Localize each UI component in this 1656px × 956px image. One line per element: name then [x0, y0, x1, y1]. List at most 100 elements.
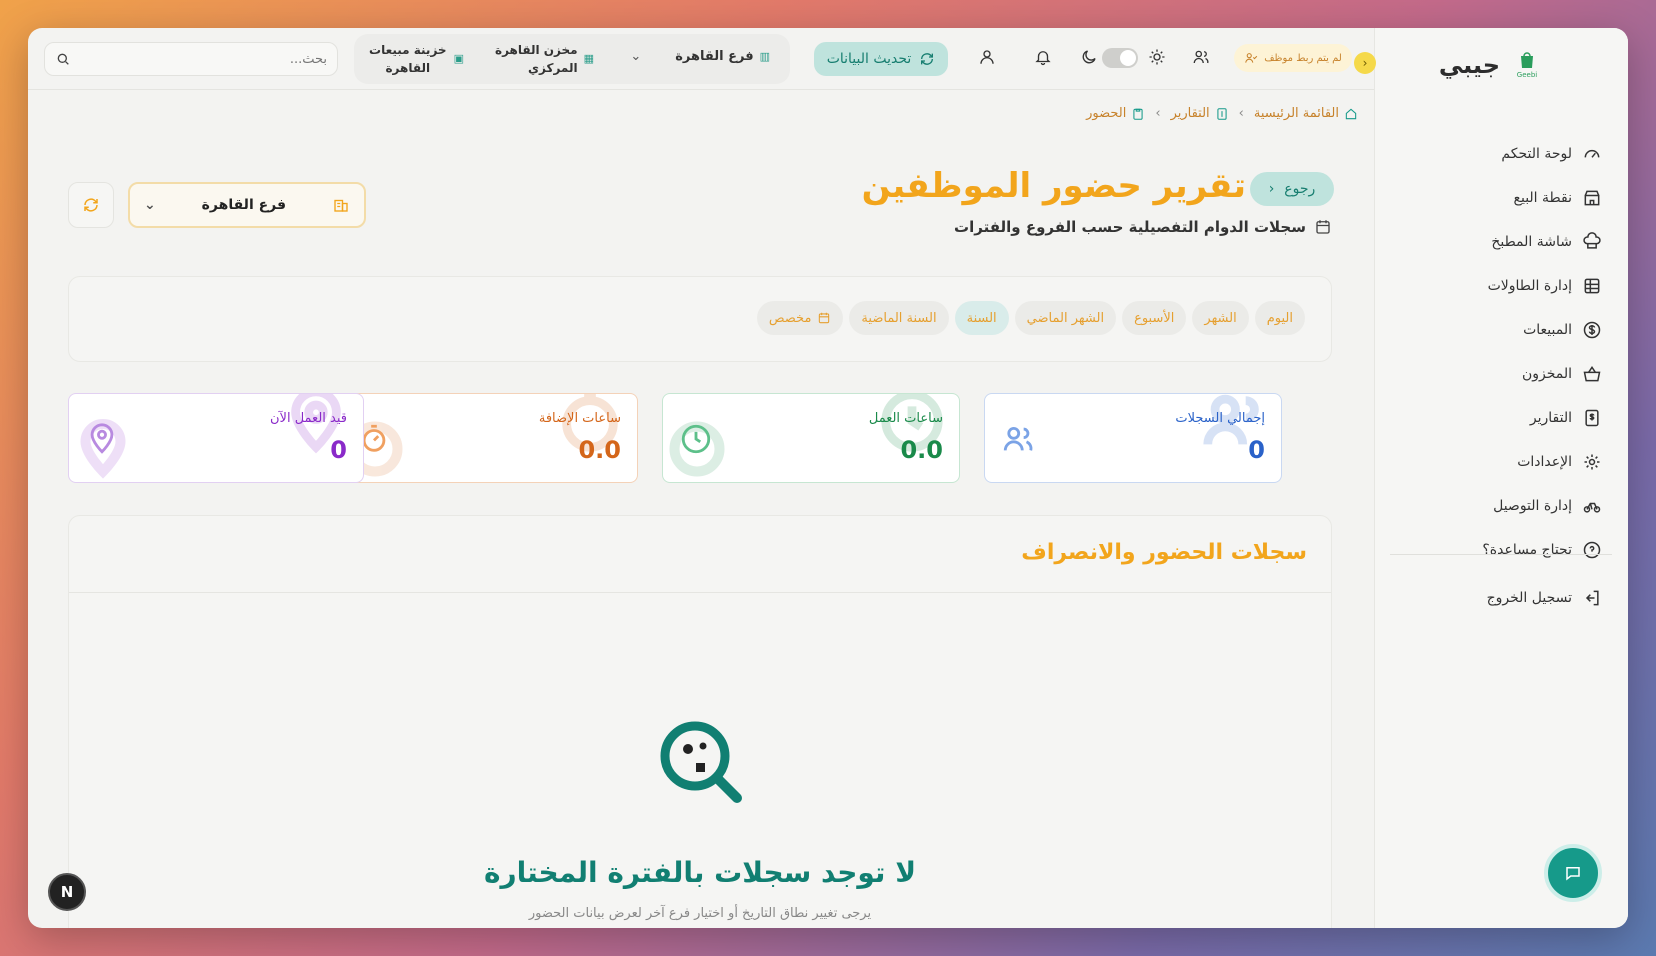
refresh-label: تحديث البيانات [826, 51, 912, 67]
sidebar-item-label: التقارير [1529, 410, 1572, 426]
users-icon [1003, 426, 1033, 451]
basket-icon [1583, 365, 1601, 382]
stat-value: 0 [330, 436, 347, 464]
chat-icon [1566, 867, 1580, 881]
subtitle-text: سجلات الدوام التفصيلية حسب الفروع والفتر… [954, 218, 1306, 236]
breadcrumb-reports-label: التقارير [1170, 106, 1210, 121]
breadcrumb-current-label: الحضور [1086, 106, 1127, 121]
warehouse-selector[interactable]: ▦ مخزن القاهرة المركزي [484, 41, 594, 77]
search-box [44, 42, 338, 76]
bell-icon[interactable] [1032, 48, 1052, 68]
clock-icon [681, 424, 711, 454]
sidebar-item-pos[interactable]: نقطة البيع [1392, 176, 1602, 220]
breadcrumb-separator-icon: › [1155, 106, 1161, 121]
search-empty-icon [660, 721, 742, 803]
chip-year[interactable]: السنة [954, 301, 1009, 335]
back-label: رجوع [1284, 181, 1316, 197]
search-input[interactable] [79, 51, 327, 67]
refresh-icon [84, 198, 98, 212]
sidebar-item-label: إدارة التوصيل [1493, 498, 1572, 514]
page-subtitle: سجلات الدوام التفصيلية حسب الفروع والفتر… [954, 218, 1332, 236]
moon-icon[interactable] [1078, 48, 1098, 68]
chip-custom[interactable]: مخصص [756, 301, 844, 335]
sidebar-item-label: إدارة الطاولات [1487, 278, 1572, 294]
dev-tools-badge[interactable]: N [48, 873, 86, 911]
chip-last-year[interactable]: السنة الماضية [849, 301, 949, 335]
calendar-icon [1316, 220, 1330, 234]
sidebar-item-help[interactable]: تحتاج مساعدة؟ [1392, 528, 1602, 572]
home-icon [1345, 108, 1357, 119]
gear-icon [1584, 454, 1600, 470]
branch-dropdown[interactable]: فرع القاهرة ⌄ [128, 182, 366, 228]
chip-label: الشهر [1204, 310, 1237, 326]
chef-hat-icon [1583, 232, 1601, 249]
chip-today[interactable]: اليوم [1254, 301, 1305, 335]
chip-label: مخصص [768, 310, 812, 326]
breadcrumb: القائمة الرئيسية › التقارير › الحضور [28, 106, 1358, 121]
chip-label: اليوم [1266, 310, 1293, 326]
gauge-icon [1584, 149, 1600, 158]
sidebar-item-delivery[interactable]: إدارة التوصيل [1392, 484, 1602, 528]
breadcrumb-reports[interactable]: التقارير [1171, 106, 1229, 121]
breadcrumb-current: الحضور [1086, 106, 1145, 121]
sidebar-item-kitchen[interactable]: شاشة المطبخ [1392, 220, 1602, 264]
chip-label: الأسبوع [1134, 310, 1175, 326]
users-icon[interactable] [1190, 48, 1210, 68]
context-pill: ▣ خزينة مبيعات القاهرة ▦ مخزن القاهرة ال… [354, 34, 790, 84]
branch-selector[interactable]: ▥ فرع القاهرة ⌄ [630, 49, 770, 64]
table-icon [1584, 278, 1600, 294]
sidebar-item-label: المخزون [1521, 366, 1572, 382]
sidebar-item-label: شاشة المطبخ [1491, 234, 1572, 250]
reload-button[interactable] [68, 182, 114, 228]
dollar-circle-icon [1583, 321, 1601, 339]
stat-total-records: إجمالي السجلات 0 [984, 393, 1282, 483]
report-icon [1217, 107, 1227, 120]
stat-working-now: قيد العمل الآن 0 [68, 393, 364, 483]
breadcrumb-home-label: القائمة الرئيسية [1253, 106, 1339, 121]
map-pin-icon [90, 423, 114, 454]
logout-button[interactable]: تسجيل الخروج [1487, 588, 1602, 608]
refresh-data-button[interactable]: تحديث البيانات [814, 42, 948, 76]
sidebar-item-sales[interactable]: المبيعات [1392, 308, 1602, 352]
sidebar-item-settings[interactable]: الإعدادات [1392, 440, 1602, 484]
page-title: تقرير حضور الموظفين [861, 166, 1246, 206]
chip-last-month[interactable]: الشهر الماضي [1014, 301, 1117, 335]
warning-label: لم يتم ربط موظف [1264, 52, 1342, 64]
brand[interactable]: Geebi جيبي [1439, 48, 1540, 82]
dev-tools-badge-label: N [60, 883, 74, 901]
chevron-down-icon: ⌄ [630, 49, 642, 64]
user-check-icon [1245, 53, 1258, 63]
sidebar-item-inventory[interactable]: المخزون [1392, 352, 1602, 396]
sidebar-divider [1390, 554, 1612, 555]
sun-icon[interactable] [1146, 48, 1166, 68]
sidebar-item-reports[interactable]: التقارير [1392, 396, 1602, 440]
clipboard-icon [1133, 108, 1143, 120]
chip-label: السنة [966, 310, 997, 326]
treasury-selector[interactable]: ▣ خزينة مبيعات القاهرة [368, 41, 464, 77]
chevron-down-icon: ⌄ [144, 197, 156, 213]
brand-logo-text: Geebi [1516, 71, 1538, 79]
safe-icon: ▣ [453, 52, 464, 65]
chip-week[interactable]: الأسبوع [1122, 301, 1187, 335]
chip-month[interactable]: الشهر [1192, 301, 1249, 335]
store-icon [1584, 190, 1600, 206]
logout-label: تسجيل الخروج [1486, 590, 1572, 606]
refresh-icon [921, 53, 934, 65]
app-window: Geebi جيبي لوحة التحكم نقطة البيع شاشة ا… [28, 28, 1628, 928]
user-icon[interactable] [976, 48, 996, 68]
brand-logo: Geebi [1514, 48, 1540, 82]
empty-state-title: لا توجد سجلات بالفترة المختارة [483, 856, 917, 889]
breadcrumb-home[interactable]: القائمة الرئيسية [1254, 106, 1358, 121]
sidebar-item-tables[interactable]: إدارة الطاولات [1392, 264, 1602, 308]
stat-value: 0.0 [578, 436, 621, 464]
back-button[interactable]: رجوع ‹ [1250, 172, 1334, 206]
chip-label: السنة الماضية [861, 310, 937, 326]
calendar-icon [819, 312, 830, 324]
employee-link-warning[interactable]: لم يتم ربط موظف [1234, 44, 1352, 72]
chevron-left-icon: ‹ [1268, 181, 1275, 197]
stat-value: 0.0 [900, 436, 943, 464]
theme-toggle[interactable] [1102, 48, 1138, 68]
treasury-label: خزينة مبيعات القاهرة [369, 43, 447, 75]
sidebar-item-dashboard[interactable]: لوحة التحكم [1392, 132, 1602, 176]
chat-button[interactable] [1544, 844, 1602, 902]
